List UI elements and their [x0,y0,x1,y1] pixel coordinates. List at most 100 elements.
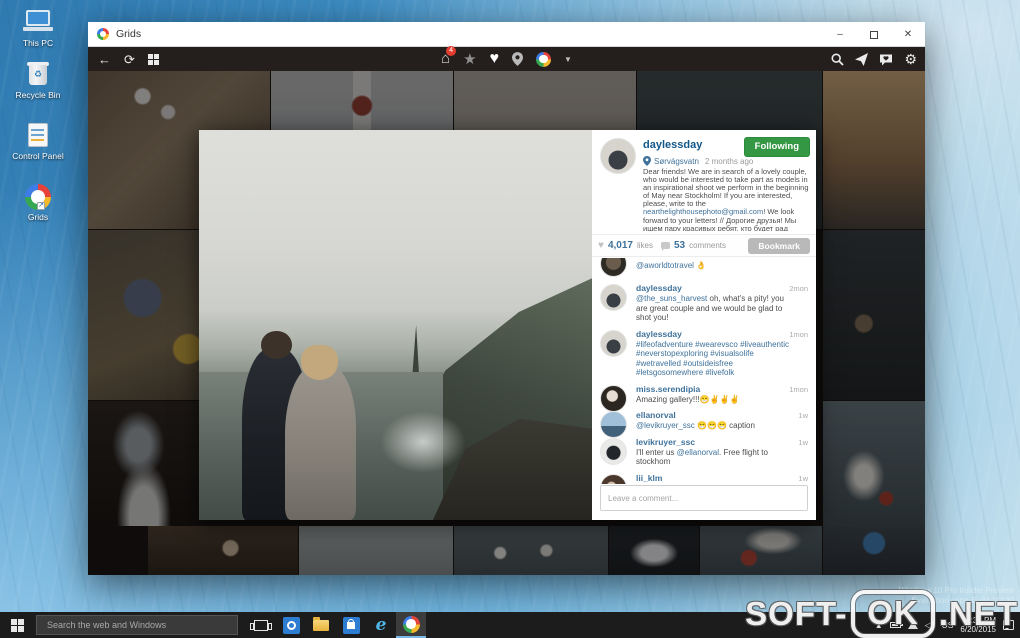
store-icon [343,617,360,634]
comment-username[interactable]: daylessday [636,329,682,339]
desktop-icon-this-pc[interactable]: This PC [6,10,70,48]
comment-time: 1mon [789,385,808,394]
post-location[interactable]: Sørvágsvatn [654,157,699,166]
comment-username[interactable]: daylessday [636,283,682,293]
maximize-icon [870,31,878,39]
avatar[interactable] [600,474,627,485]
comment-time: 2mon [789,284,808,293]
comments-bubble-icon [661,242,670,249]
post-caption: Dear friends! We are in search of a love… [643,168,809,231]
app-toolbar: ← ⟳ ⌂ 4 ★ ♥ ▼ ⚙ [88,47,925,71]
likes-count[interactable]: 4,017 [608,240,633,251]
minimize-button[interactable]: – [823,22,857,47]
task-view-icon [254,620,268,631]
comment-time: 1mon [789,330,808,339]
hashtag-links[interactable]: #lifeofadventure #wearevsco #liveauthent… [636,340,789,378]
comment-row: lii_klm 1w @fatemehqshy قربونت برم 😊 [592,470,816,485]
comment-username[interactable]: miss.serendipia [636,384,700,394]
star-icon[interactable]: ★ [463,52,476,67]
refresh-icon[interactable]: ⟳ [124,53,135,66]
search-icon[interactable] [831,53,844,66]
following-button[interactable]: Following [744,137,810,157]
comment-row: @aworldtotravel 👌 [592,258,816,280]
desktop-icon-control-panel[interactable]: Control Panel [6,123,70,161]
notification-badge: 4 [446,46,456,56]
location-icon[interactable] [512,52,523,66]
location-pin-icon [643,156,651,166]
post-lightbox: daylessday Following Sørvágsvatn 2 month… [199,130,816,520]
account-avatar[interactable] [536,52,551,67]
comment-row: miss.serendipia 1mon Amazing gallery!!!😁… [592,381,816,408]
back-icon[interactable]: ← [98,53,111,66]
desktop-icon-label: Control Panel [6,151,70,161]
windows-logo-icon [11,619,24,632]
desktop-icon-label: Recycle Bin [6,90,70,100]
taskbar-app-blue[interactable] [276,612,306,638]
avatar[interactable] [600,330,627,357]
comment-time: 1w [798,411,808,420]
heart-icon[interactable]: ♥ [490,50,500,68]
comment-input[interactable] [601,486,807,510]
taskbar-search-input[interactable] [37,620,237,630]
bookmark-button[interactable]: Bookmark [748,238,810,254]
comment-row: ellanorval 1w @levikruyer_ssc 😁😁😁 captio… [592,407,816,434]
start-button[interactable] [0,612,34,638]
direct-share-icon[interactable] [855,53,868,66]
likes-heart-icon: ♥ [598,240,604,251]
photo-subject-woman [285,364,356,520]
taskbar-grids-app[interactable] [396,612,426,638]
home-button[interactable]: ⌂ 4 [441,50,450,68]
avatar[interactable] [600,284,627,311]
post-photo[interactable] [199,130,592,520]
chevron-down-icon[interactable]: ▼ [564,55,572,64]
avatar[interactable] [600,138,636,174]
grids-app-window: Grids – ✕ ← ⟳ ⌂ 4 ★ ♥ ▼ ⚙ [88,22,925,575]
control-panel-icon [23,123,53,149]
comment-time: 1w [798,438,808,447]
settings-gear-icon[interactable]: ⚙ [904,52,917,66]
this-pc-icon [23,10,53,36]
mention-link[interactable]: @the_suns_harvest [636,294,707,303]
mention-link[interactable]: @fatemehqshy [636,484,690,485]
desktop-icon-label: This PC [6,38,70,48]
window-title: Grids [116,28,141,40]
comment-username[interactable]: lii_klm [636,473,662,483]
file-explorer-icon [313,620,329,631]
desktop-icon-label: Grids [6,212,70,222]
taskbar-search-box [36,615,238,635]
mention-link[interactable]: @aworldtotravel [636,261,694,270]
window-titlebar[interactable]: Grids – ✕ [88,22,925,47]
desktop-icon-grids[interactable]: ↗ Grids [6,184,70,222]
mention-link[interactable]: @ellanorval [677,448,719,457]
comments-count[interactable]: 53 [674,240,685,251]
avatar[interactable] [600,258,627,277]
taskbar-internet-explorer[interactable]: e [366,612,396,638]
taskbar-store[interactable] [336,612,366,638]
maximize-button[interactable] [857,22,891,47]
site-watermark: SOFT-OK.NET [745,590,1018,638]
post-timestamp: 2 months ago [705,157,753,166]
grids-taskbar-icon [403,616,420,633]
grids-favicon-icon [97,28,109,40]
comment-username[interactable]: levikruyer_ssc [636,437,695,447]
comment-row: daylessday 1mon #lifeofadventure #wearev… [592,326,816,381]
post-panel: daylessday Following Sørvágsvatn 2 month… [592,130,816,520]
comment-row: daylessday 2mon @the_suns_harvest oh, wh… [592,280,816,326]
post-username[interactable]: daylessday [643,139,702,151]
avatar[interactable] [600,438,627,465]
taskbar-file-explorer[interactable] [306,612,336,638]
shortcut-arrow-icon: ↗ [37,202,45,210]
comments-list: @aworldtotravel 👌 daylessday 2mon @the_s… [592,258,816,484]
close-button[interactable]: ✕ [891,22,925,47]
internet-explorer-icon: e [376,617,387,634]
mention-link[interactable]: @levikruyer_ssc [636,421,695,430]
grid-view-icon[interactable] [148,54,159,65]
desktop-icon-recycle-bin[interactable]: ♻ Recycle Bin [6,62,70,100]
blue-app-icon [283,617,300,634]
comment-username[interactable]: ellanorval [636,410,676,420]
comment-row: levikruyer_ssc 1w I'll enter us @ellanor… [592,434,816,470]
comment-time: 1w [798,474,808,483]
task-view-button[interactable] [246,612,276,638]
activity-icon[interactable] [879,53,893,66]
post-stats-bar: ♥ 4,017 likes 53 comments Bookmark [592,234,816,257]
